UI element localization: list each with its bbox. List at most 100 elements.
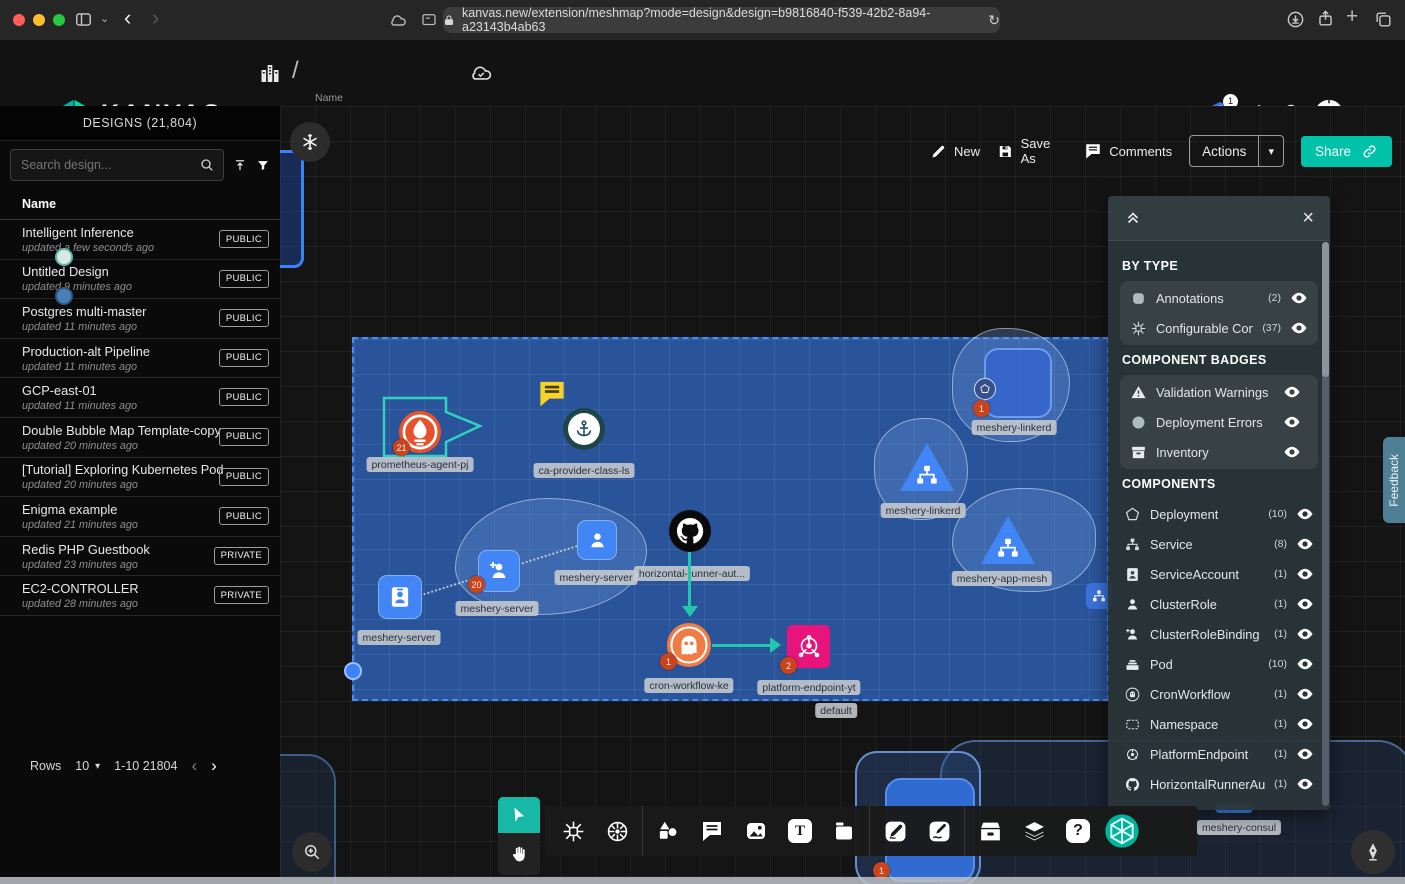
- previous-page-icon[interactable]: ‹: [191, 756, 197, 776]
- warning-badge[interactable]: 21: [393, 439, 410, 456]
- tab-overview-icon[interactable]: [1374, 10, 1393, 29]
- design-list-item[interactable]: Untitled Design updated 9 minutes ago PU…: [0, 260, 280, 300]
- window-close-button[interactable]: [13, 14, 25, 26]
- new-button[interactable]: New: [930, 143, 980, 160]
- eye-icon[interactable]: [1296, 655, 1314, 673]
- component-row-horizontalrunnerautoscaler[interactable]: HorizontalRunnerAutoscaler (1): [1120, 769, 1318, 799]
- component-row-serviceaccount[interactable]: ServiceAccount (1): [1120, 559, 1318, 589]
- note-tool[interactable]: [822, 806, 866, 856]
- feedback-tab[interactable]: Feedback: [1383, 437, 1405, 523]
- help-tool[interactable]: ?: [1056, 806, 1100, 856]
- inventory-tool[interactable]: [968, 806, 1012, 856]
- design-list-item[interactable]: Double Bubble Map Template-copy updated …: [0, 418, 280, 458]
- design-list-item[interactable]: Intelligent Inference updated a few seco…: [0, 220, 280, 260]
- comment-tool[interactable]: [690, 806, 734, 856]
- component-row-deployment[interactable]: Deployment (10): [1120, 499, 1318, 529]
- search-field[interactable]: [19, 157, 199, 173]
- eye-icon[interactable]: [1290, 319, 1308, 337]
- new-tab-icon[interactable]: +: [1346, 6, 1358, 27]
- close-icon[interactable]: ×: [1302, 207, 1314, 230]
- component-row-clusterrolebinding[interactable]: ClusterRoleBinding (1): [1120, 619, 1318, 649]
- node-serviceaccount[interactable]: [378, 575, 422, 619]
- recenter-button[interactable]: [290, 122, 330, 162]
- downloads-icon[interactable]: [1286, 10, 1305, 29]
- image-tool[interactable]: [734, 806, 778, 856]
- component-row-cronworkflow[interactable]: CronWorkflow (1): [1120, 679, 1318, 709]
- page-settings-icon[interactable]: [420, 11, 438, 29]
- address-bar[interactable]: kanvas.new/extension/meshmap?mode=design…: [443, 7, 1000, 33]
- eye-icon[interactable]: [1296, 715, 1314, 733]
- type-row-configurable[interactable]: Configurable Components (37): [1126, 313, 1312, 343]
- selection-handle[interactable]: [344, 662, 362, 680]
- component-row-service[interactable]: Service (8): [1120, 529, 1318, 559]
- text-tool[interactable]: T: [778, 806, 822, 856]
- layers-tool[interactable]: [1012, 806, 1056, 856]
- comment-annotation-icon[interactable]: [536, 378, 568, 409]
- select-tool-button[interactable]: [498, 797, 540, 833]
- error-badge[interactable]: 1: [973, 400, 990, 417]
- back-icon[interactable]: ‹: [124, 7, 131, 29]
- badge-row-validation[interactable]: Validation Warnings: [1126, 377, 1312, 407]
- eye-icon[interactable]: [1296, 745, 1314, 763]
- component-row-namespace[interactable]: Namespace (1): [1120, 709, 1318, 739]
- type-row-annotations[interactable]: Annotations (2): [1126, 283, 1312, 313]
- eye-icon[interactable]: [1296, 595, 1314, 613]
- pencil-sketch-tool[interactable]: [917, 806, 961, 856]
- eye-icon[interactable]: [1296, 685, 1314, 703]
- component-row-platformendpoint[interactable]: PlatformEndpoint (1): [1120, 739, 1318, 769]
- design-list-item[interactable]: [Tutorial] Exploring Kubernetes Pod upda…: [0, 458, 280, 498]
- error-badge[interactable]: 1: [660, 653, 677, 670]
- design-list-item[interactable]: EC2-CONTROLLER updated 28 minutes ago PR…: [0, 576, 280, 616]
- caret-down-icon[interactable]: ▾: [1259, 145, 1283, 158]
- design-list-item[interactable]: Redis PHP Guestbook updated 23 minutes a…: [0, 537, 280, 577]
- eye-icon[interactable]: [1296, 505, 1314, 523]
- panel-scrollbar[interactable]: [1322, 242, 1329, 806]
- window-zoom-button[interactable]: [53, 14, 65, 26]
- error-badge[interactable]: 2: [780, 657, 797, 674]
- badge-row-inventory[interactable]: Inventory: [1126, 437, 1312, 467]
- components-mesh-tool[interactable]: [551, 806, 595, 856]
- shapes-tool[interactable]: [646, 806, 690, 856]
- organization-icon[interactable]: [258, 60, 282, 86]
- save-as-button[interactable]: Save As: [997, 136, 1067, 166]
- pen-tool-button[interactable]: [1351, 830, 1395, 874]
- eye-icon[interactable]: [1296, 625, 1314, 643]
- name-column-header[interactable]: Name: [0, 189, 280, 220]
- design-list-item[interactable]: Enigma example updated 21 minutes ago PU…: [0, 497, 280, 537]
- eye-icon[interactable]: [1290, 289, 1308, 307]
- zoom-in-button[interactable]: [292, 832, 332, 872]
- collapse-icon[interactable]: [1124, 209, 1142, 227]
- node-ca-provider[interactable]: [563, 408, 605, 450]
- badge-row-deployment-errors[interactable]: Deployment Errors: [1126, 407, 1312, 437]
- kubernetes-tool[interactable]: [595, 806, 639, 856]
- refresh-icon[interactable]: ↻: [988, 12, 1000, 29]
- import-design-icon[interactable]: [233, 156, 247, 175]
- panel-scrollbar-thumb[interactable]: [1322, 242, 1329, 377]
- share-icon[interactable]: [1316, 9, 1335, 28]
- search-input[interactable]: [10, 149, 224, 181]
- eye-icon[interactable]: [1283, 443, 1301, 461]
- rows-per-page-select[interactable]: 10 ▾: [75, 759, 100, 773]
- pan-tool-button[interactable]: [498, 833, 540, 875]
- eye-icon[interactable]: [1296, 535, 1314, 553]
- next-page-icon[interactable]: ›: [211, 756, 217, 776]
- eye-icon[interactable]: [1296, 775, 1314, 793]
- design-list-item[interactable]: Postgres multi-master updated 11 minutes…: [0, 299, 280, 339]
- comments-button[interactable]: Comments: [1084, 142, 1172, 160]
- warning-badge[interactable]: 20: [468, 576, 485, 593]
- node-horizontal-runner[interactable]: [669, 510, 711, 552]
- eye-icon[interactable]: [1283, 413, 1301, 431]
- design-list-item[interactable]: GCP-east-01 updated 11 minutes ago PUBLI…: [0, 378, 280, 418]
- chevron-down-icon[interactable]: ⌄: [100, 14, 109, 25]
- component-row-clusterrole[interactable]: ClusterRole (1): [1120, 589, 1318, 619]
- eye-icon[interactable]: [1296, 565, 1314, 583]
- node-clusterrole[interactable]: [577, 520, 617, 560]
- actions-button[interactable]: Actions ▾: [1189, 135, 1284, 167]
- meshery-extensions-button[interactable]: [1100, 806, 1144, 856]
- filter-icon[interactable]: [256, 156, 270, 175]
- window-minimize-button[interactable]: [33, 14, 45, 26]
- component-row-pod[interactable]: Pod (10): [1120, 649, 1318, 679]
- design-list-item[interactable]: Production-alt Pipeline updated 11 minut…: [0, 339, 280, 379]
- share-button[interactable]: Share: [1301, 136, 1392, 167]
- search-icon[interactable]: [199, 157, 215, 173]
